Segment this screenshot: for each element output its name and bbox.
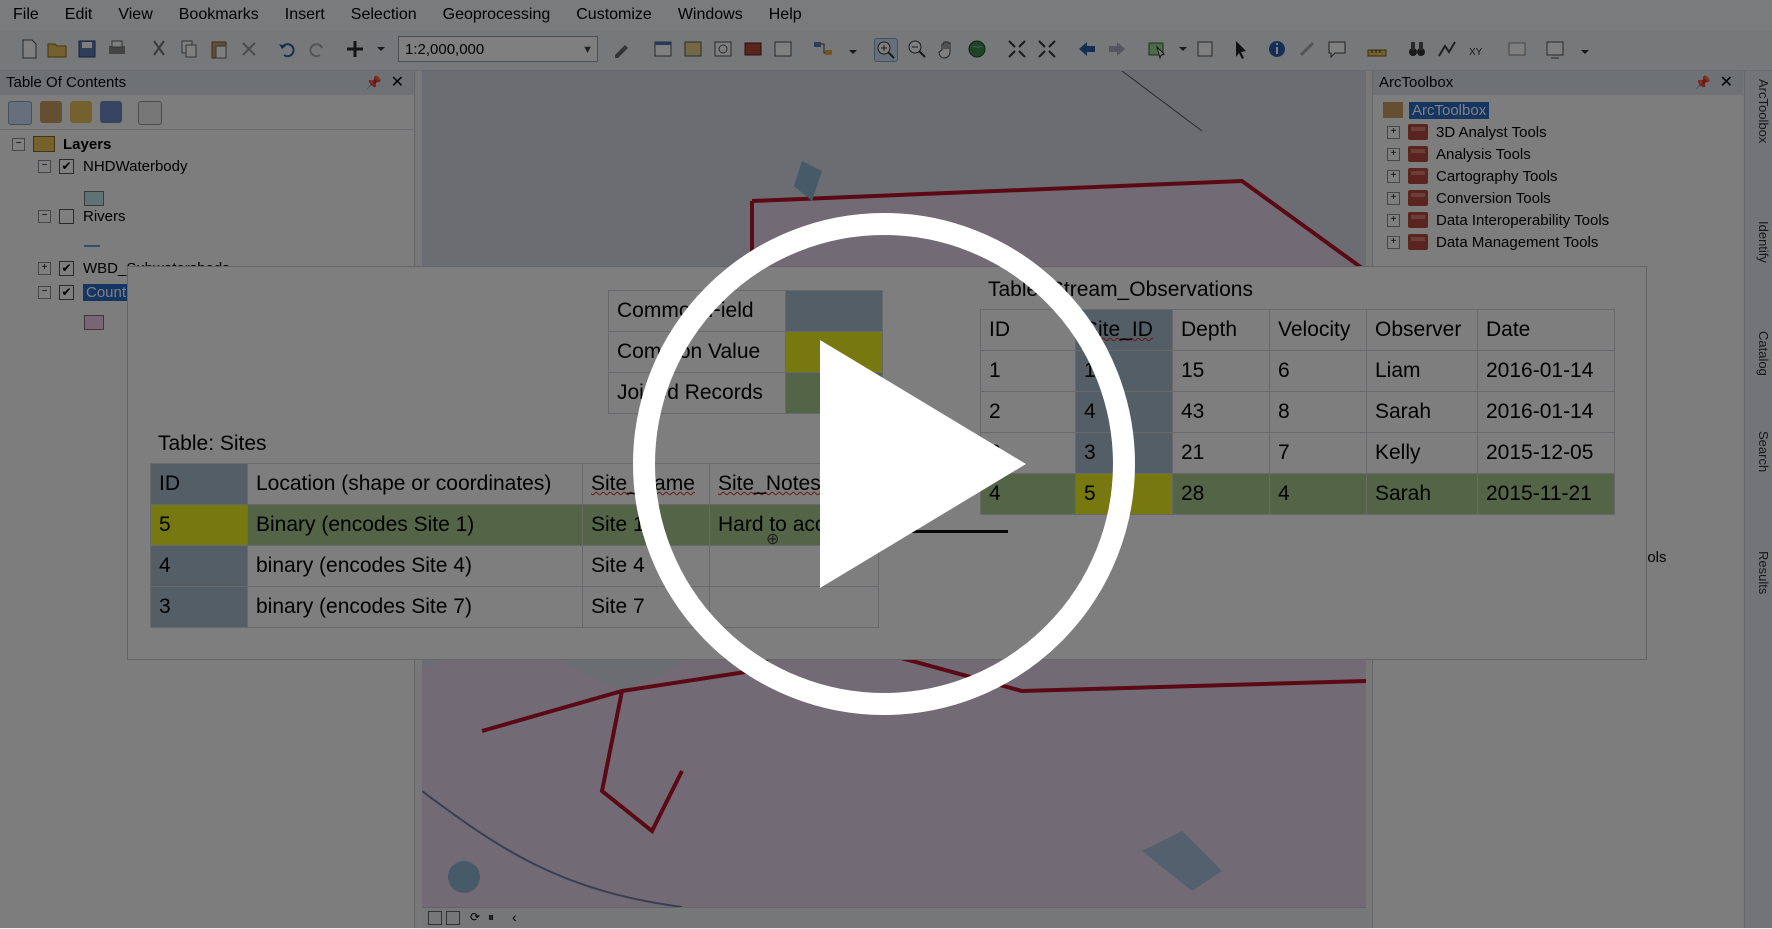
play-button[interactable] <box>632 212 1136 716</box>
play-icon <box>633 213 1135 715</box>
